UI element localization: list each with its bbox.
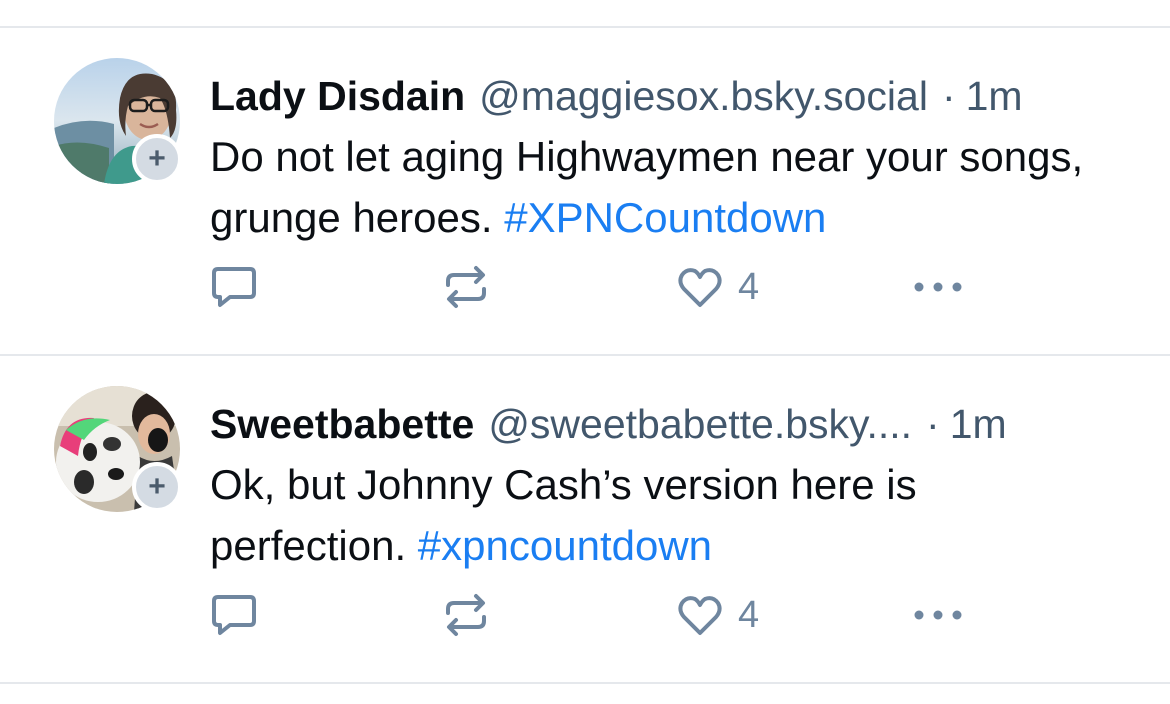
post-meta: Lady Disdain @maggiesox.bsky.social · 1m xyxy=(210,66,1130,126)
like-count: 4 xyxy=(738,265,760,308)
meta-separator: · xyxy=(926,401,940,447)
avatar-container[interactable]: + xyxy=(54,58,182,184)
follow-plus-icon[interactable]: + xyxy=(132,462,182,512)
author-name[interactable]: Lady Disdain xyxy=(210,66,465,126)
author-name[interactable]: Sweetbabette xyxy=(210,394,474,454)
repost-button[interactable] xyxy=(442,262,490,312)
post-meta: Sweetbabette @sweetbabette.bsky.... · 1m xyxy=(210,394,1130,454)
heart-icon xyxy=(678,268,722,307)
more-icon xyxy=(914,610,962,620)
post-actions: 4 xyxy=(210,590,1010,640)
reply-button[interactable] xyxy=(210,590,258,640)
hashtag-link[interactable]: #XPNCountdown xyxy=(504,194,826,241)
repost-button[interactable] xyxy=(442,590,490,640)
post-text: Do not let aging Highwaymen near your so… xyxy=(210,126,1110,248)
post-text: Ok, but Johnny Cash’s version here is pe… xyxy=(210,454,1110,576)
more-options-button[interactable] xyxy=(912,590,964,640)
reply-button[interactable] xyxy=(210,262,258,312)
heart-icon xyxy=(678,596,722,635)
repost-icon xyxy=(446,266,486,308)
meta-separator: · xyxy=(941,73,956,119)
author-handle[interactable]: @maggiesox.bsky.social xyxy=(479,66,928,126)
reply-icon xyxy=(212,267,256,307)
like-button[interactable]: 4 xyxy=(676,262,759,312)
hashtag-link[interactable]: #xpncountdown xyxy=(418,522,712,569)
post-body: Lady Disdain @maggiesox.bsky.social · 1m… xyxy=(210,66,1130,248)
reply-icon xyxy=(212,595,256,635)
author-handle[interactable]: @sweetbabette.bsky.... xyxy=(488,394,912,454)
post-body: Sweetbabette @sweetbabette.bsky.... · 1m… xyxy=(210,394,1130,576)
more-options-button[interactable] xyxy=(912,262,964,312)
avatar-container[interactable]: + xyxy=(54,386,182,512)
follow-plus-icon[interactable]: + xyxy=(132,134,182,184)
like-button[interactable]: 4 xyxy=(676,590,759,640)
divider xyxy=(0,682,1170,684)
post-timestamp[interactable]: 1m xyxy=(950,394,1007,454)
more-icon xyxy=(914,282,962,292)
post-actions: 4 xyxy=(210,262,1010,312)
post-item[interactable]: + Sweetbabette @sweetbabette.bsky.... · … xyxy=(0,356,1170,682)
post-feed: + Lady Disdain @maggiesox.bsky.social · … xyxy=(0,0,1170,704)
repost-icon xyxy=(446,594,486,636)
post-timestamp[interactable]: 1m xyxy=(966,66,1023,126)
post-item[interactable]: + Lady Disdain @maggiesox.bsky.social · … xyxy=(0,28,1170,354)
like-count: 4 xyxy=(738,593,760,636)
